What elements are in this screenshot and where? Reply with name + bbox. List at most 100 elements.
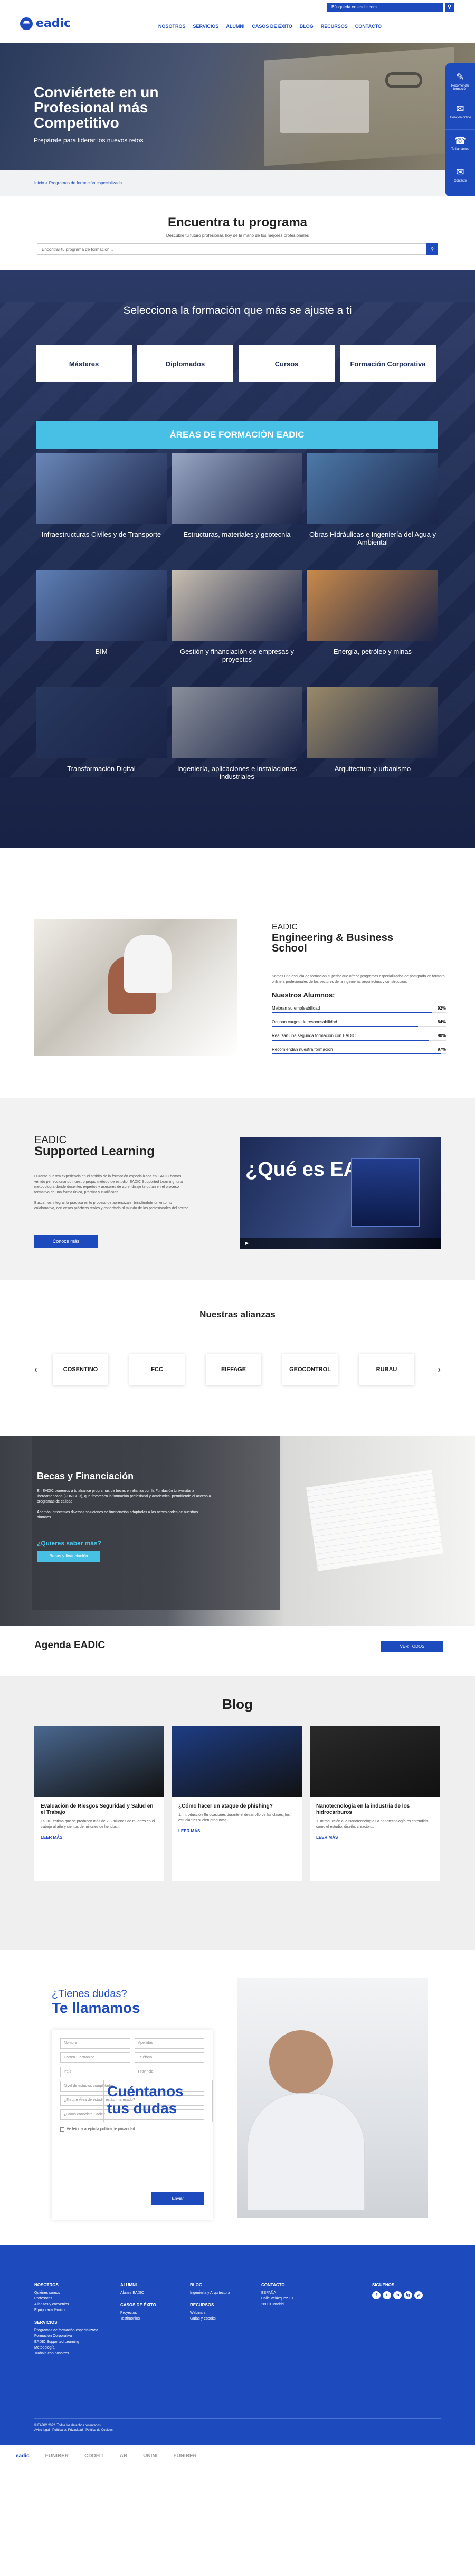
- chevron-right-icon[interactable]: ›: [438, 1364, 441, 1375]
- footer-link[interactable]: Ingeniería y Arquitectura: [190, 2290, 230, 2296]
- phone-field[interactable]: Teléfono: [134, 2052, 204, 2063]
- footer-link[interactable]: Alumni EADIC: [120, 2290, 156, 2296]
- area-card[interactable]: Ingeniería, aplicaciones e instalaciones…: [172, 687, 302, 799]
- checkbox-box[interactable]: [60, 2127, 64, 2132]
- footer-link[interactable]: Profesores: [34, 2296, 98, 2302]
- partner-logo[interactable]: FUNIBER: [173, 2453, 196, 2459]
- blog-post-card[interactable]: Evaluación de Riesgos Seguridad y Salud …: [34, 1726, 164, 1881]
- footer-link[interactable]: Equipo académico: [34, 2307, 98, 2313]
- type-button-cursos[interactable]: Cursos: [239, 345, 335, 382]
- nav-item-alumni[interactable]: ALUMNI: [226, 24, 244, 29]
- blog-post-title[interactable]: Nanotecnología en la industria de los hi…: [310, 1797, 440, 1819]
- partner-logo[interactable]: CDDFIT: [84, 2453, 104, 2459]
- blog-post-card[interactable]: Nanotecnología en la industria de los hi…: [310, 1726, 440, 1881]
- read-more-link[interactable]: LEER MÁS: [310, 1830, 440, 1845]
- document-icon: ✎: [456, 72, 464, 82]
- instagram-icon[interactable]: ig: [404, 2291, 412, 2299]
- privacy-checkbox[interactable]: He leído y acepto la política de privaci…: [60, 2127, 150, 2132]
- school-pre: EADIC: [272, 923, 298, 931]
- side-tool-chat[interactable]: ✉ Atención online: [445, 98, 475, 130]
- area-card[interactable]: Estructuras, materiales y geotecnia: [172, 453, 302, 565]
- breadcrumb-text[interactable]: Inicio > Programas de formación especial…: [34, 180, 122, 185]
- alliance-logo[interactable]: COSENTINO: [53, 1354, 108, 1385]
- partner-logo[interactable]: UNINI: [143, 2453, 157, 2459]
- area-card[interactable]: Energía, petróleo y minas: [307, 570, 438, 682]
- email-field[interactable]: Correo Electrónico: [60, 2052, 130, 2063]
- alliance-logo[interactable]: GEOCONTROL: [282, 1354, 338, 1385]
- play-icon[interactable]: ▶: [245, 1241, 249, 1246]
- footer-link[interactable]: Programas de formación especializada: [34, 2327, 98, 2333]
- read-more-link[interactable]: LEER MÁS: [172, 1823, 302, 1839]
- nombre-field[interactable]: Nombre: [60, 2038, 130, 2049]
- alliance-logo[interactable]: FCC: [129, 1354, 185, 1385]
- search-icon[interactable]: ⚲: [426, 243, 438, 255]
- conoce-mas-button[interactable]: Conoce más: [34, 1235, 98, 1248]
- nav-item-recursos[interactable]: RECURSOS: [321, 24, 348, 29]
- blog-post-title[interactable]: Evaluación de Riesgos Seguridad y Salud …: [34, 1797, 164, 1819]
- youtube-icon[interactable]: yt: [414, 2291, 423, 2299]
- twitter-icon[interactable]: t: [383, 2291, 391, 2299]
- nav-item-blog[interactable]: BLOG: [300, 24, 314, 29]
- nav-item-nosotros[interactable]: NOSOTROS: [158, 24, 186, 29]
- supported-learning-section: EADIC Supported Learning Durante nuestra …: [0, 1098, 475, 1280]
- footer-link[interactable]: Guías y ebooks: [190, 2316, 230, 2322]
- area-card[interactable]: Infraestructuras Civiles y de Transporte: [36, 453, 167, 565]
- video-player[interactable]: ¿Qué es EADIC? ▶: [240, 1137, 441, 1249]
- alliance-logo[interactable]: EIFFAGE: [206, 1354, 261, 1385]
- search-icon[interactable]: ⚲: [445, 3, 454, 12]
- side-tool-label: Recomendar formación: [451, 84, 470, 91]
- alliances-section: Nuestras alianzas ‹ COSENTINO FCC EIFFAGE G…: [0, 1280, 475, 1436]
- type-button-masteres[interactable]: Másteres: [36, 345, 132, 382]
- footer-link[interactable]: Quiénes somos: [34, 2290, 98, 2296]
- legal-links[interactable]: Aviso legal - Política de Privacidad - P…: [34, 2428, 113, 2433]
- side-tool-recommend[interactable]: ✎ Recomendar formación: [445, 66, 475, 98]
- province-select[interactable]: Provincia: [134, 2067, 204, 2077]
- side-tool-mail[interactable]: ✉ Contacto: [445, 161, 475, 193]
- nav-item-contacto[interactable]: CONTACTO: [355, 24, 382, 29]
- alliance-logo[interactable]: RUBAU: [359, 1354, 414, 1385]
- footer-link[interactable]: Trabaja con nosotros: [34, 2351, 98, 2356]
- footer-link[interactable]: EADIC Supported Learning: [34, 2339, 98, 2345]
- type-button-corporativa[interactable]: Formación Corporativa: [340, 345, 436, 382]
- becas-button[interactable]: Becas y financiación: [37, 1551, 100, 1562]
- footer-link[interactable]: Formación Corporativa: [34, 2333, 98, 2339]
- send-button[interactable]: Enviar: [151, 2192, 204, 2205]
- read-more-link[interactable]: LEER MÁS: [34, 1830, 164, 1845]
- area-card[interactable]: Arquitectura y urbanismo: [307, 687, 438, 799]
- ver-todos-button[interactable]: VER TODOS: [381, 1641, 443, 1652]
- nav-item-servicios[interactable]: SERVICIOS: [193, 24, 219, 29]
- area-card[interactable]: Obras Hidráulicas e Ingeniería del Agua …: [307, 453, 438, 565]
- area-card[interactable]: Transformación Digital: [36, 687, 167, 799]
- header-search-input[interactable]: Búsqueda en eadic.com ⚲: [327, 3, 454, 12]
- partner-logo[interactable]: FUNIBER: [45, 2453, 69, 2459]
- footer-link[interactable]: Testimonios: [120, 2316, 156, 2322]
- footer-link[interactable]: Alianzas y convenios: [34, 2302, 98, 2307]
- type-button-diplomados[interactable]: Diplomados: [137, 345, 233, 382]
- partner-logo[interactable]: eadic: [16, 2453, 30, 2459]
- footer-link[interactable]: Metodología: [34, 2345, 98, 2351]
- side-tool-phone[interactable]: ☎ Te llamamos: [445, 130, 475, 161]
- stats-title: Nuestros Alumnos:: [272, 991, 335, 999]
- apellidos-field[interactable]: Apellidos: [134, 2038, 204, 2049]
- video-controls[interactable]: ▶: [240, 1238, 441, 1249]
- partner-logo[interactable]: AB: [120, 2453, 127, 2459]
- blog-post-card[interactable]: ¿Cómo hacer un ataque de phishing? 1. Int…: [172, 1726, 302, 1881]
- area-card[interactable]: BIM: [36, 570, 167, 682]
- doubts-textarea[interactable]: Cuéntanos tus dudas: [103, 2080, 213, 2122]
- linkedin-icon[interactable]: in: [393, 2291, 402, 2299]
- footer-link[interactable]: Proyectos: [120, 2310, 156, 2316]
- area-image: [307, 570, 438, 641]
- footer-link[interactable]: Webinars: [190, 2310, 230, 2316]
- area-card[interactable]: Gestión y financiación de empresas y pro…: [172, 570, 302, 682]
- facebook-icon[interactable]: f: [372, 2291, 381, 2299]
- nav-item-casos[interactable]: CASOS DE ÉXITO: [252, 24, 292, 29]
- footer-col-title: SIGUENOS: [372, 2283, 395, 2287]
- country-select[interactable]: País: [60, 2067, 130, 2077]
- chevron-left-icon[interactable]: ‹: [34, 1364, 37, 1375]
- program-search-input[interactable]: Encontrar tu programa de formación... ⚲: [37, 243, 438, 255]
- stat-fill: [272, 1012, 432, 1013]
- area-image: [172, 687, 302, 758]
- eadic-logo[interactable]: eadic: [20, 17, 71, 30]
- blog-post-title[interactable]: ¿Cómo hacer un ataque de phishing?: [172, 1797, 302, 1813]
- footer-col-nosotros: NOSOTROS Quiénes somos Profesores Alianz…: [34, 2282, 98, 2356]
